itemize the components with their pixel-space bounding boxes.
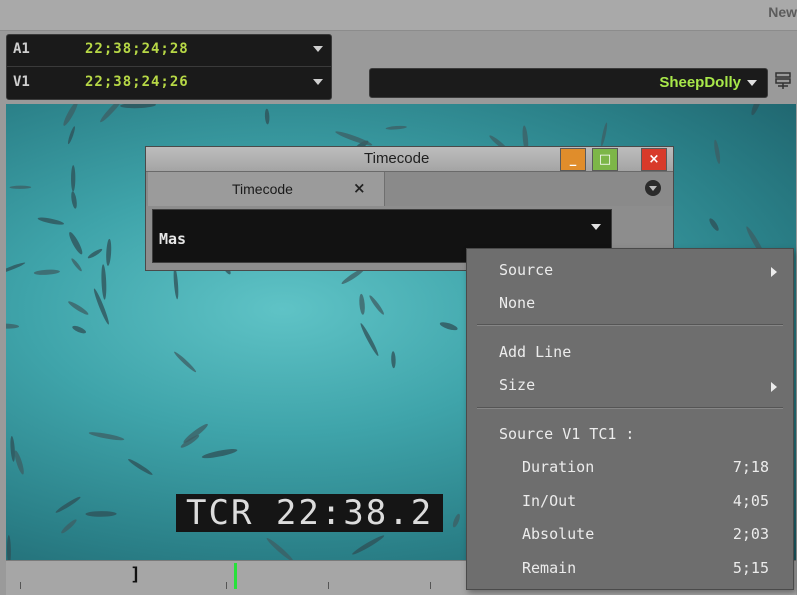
track-label: V1 [13,74,30,90]
menu-item-size[interactable]: Size [467,370,793,400]
submenu-arrow-icon [771,382,777,392]
maximize-button[interactable]: □ [592,148,618,171]
timecode-value: 22;38;24;26 [85,74,189,90]
divider [7,66,331,67]
menu-separator [477,324,783,326]
menu-item-absolute[interactable]: Absolute 2;03 [467,519,793,549]
close-button[interactable]: × [641,148,667,171]
menu-item-label: Duration [522,458,595,476]
menu-item-value: 4;05 [732,492,769,510]
window-title-bar[interactable]: Timecode _ □ × [146,147,673,172]
close-icon: × [648,152,660,167]
chevron-down-icon[interactable] [313,46,323,52]
tick-mark [328,582,329,589]
menu-item-value: 5;15 [732,559,769,577]
submenu-arrow-icon [771,267,777,277]
menu-section-header: Source V1 TC1 : [467,419,793,449]
timecode-field-value: Mas [159,230,187,248]
timecode-panel: A1 22;38;24;28 V1 22;38;24;26 [6,34,332,100]
top-bar: New [0,0,797,31]
menu-item-label: Add Line [499,343,572,361]
burn-in-timecode: TCR 22:38.2 [176,494,444,532]
tab-bar: Timecode × [146,172,673,206]
menu-item-duration[interactable]: Duration 7;18 [467,452,793,482]
menu-section-label: Source V1 TC1 : [499,425,635,443]
tab-menu-icon[interactable] [645,180,661,196]
tick-mark [20,582,21,589]
menu-item-label: None [499,294,536,312]
menu-item-remain[interactable]: Remain 5;15 [467,553,793,583]
menu-item-source[interactable]: Source [467,255,793,285]
tab-label: Timecode [232,181,293,197]
clip-name: SheepDolly [659,74,741,91]
tick-mark [430,582,431,589]
clip-name-menu[interactable]: SheepDolly [369,68,768,98]
tick-mark [226,582,227,589]
window-title: Timecode [364,150,430,167]
timecode-value: 22;38;24;28 [85,41,189,57]
menu-item-label: Remain [522,559,577,577]
chevron-down-icon[interactable] [591,224,601,230]
track-label: A1 [13,41,30,57]
menu-item-value: 7;18 [732,458,769,476]
chevron-down-icon[interactable] [747,80,757,86]
menu-item-none[interactable]: None [467,288,793,318]
menu-item-label: In/Out [522,492,577,510]
menu-item-add-line[interactable]: Add Line [467,337,793,367]
position-indicator[interactable] [234,563,237,589]
minimize-button[interactable]: _ [560,148,586,171]
mark-out-bracket: ] [130,564,141,585]
timecode-row-a1[interactable]: A1 22;38;24;28 [7,35,331,65]
fast-menu-icon[interactable] [775,72,791,90]
timecode-row-v1[interactable]: V1 22;38;24;26 [7,68,331,98]
menu-separator [477,407,783,409]
menu-item-label: Absolute [522,525,595,543]
minimize-icon: _ [569,152,577,167]
menu-item-label: Size [499,376,536,394]
chevron-down-icon[interactable] [313,79,323,85]
maximize-icon: □ [598,152,612,167]
tab-close-icon[interactable]: × [353,179,366,197]
menu-item-in-out[interactable]: In/Out 4;05 [467,486,793,516]
project-name: New [768,4,797,20]
menu-item-label: Source [499,261,554,279]
menu-item-value: 2;03 [732,525,769,543]
tab-timecode[interactable]: Timecode × [148,172,385,206]
context-menu: Source None Add Line Size Source V1 TC1 … [466,248,794,590]
